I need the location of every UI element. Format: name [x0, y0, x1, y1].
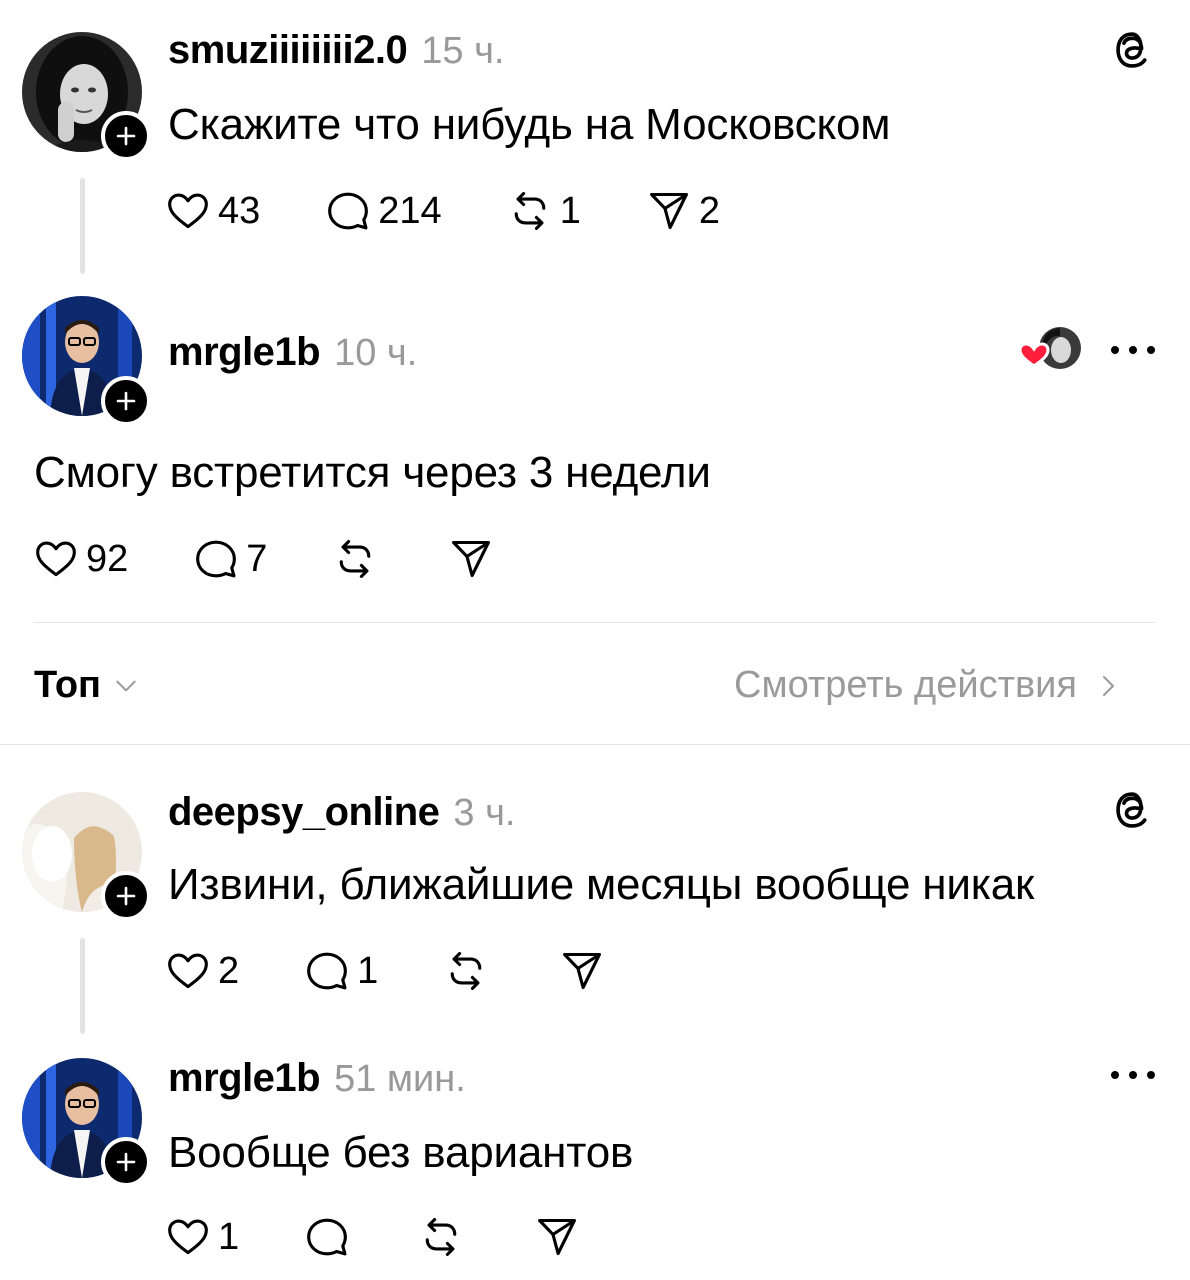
- send-icon: [647, 189, 691, 233]
- comment-icon: [194, 537, 238, 581]
- repost-button[interactable]: [444, 949, 488, 993]
- like-count: 43: [218, 189, 261, 232]
- like-button[interactable]: 2: [166, 949, 239, 993]
- plus-icon: [115, 125, 137, 147]
- reply-count: 1: [357, 949, 379, 992]
- follow-button[interactable]: [101, 1137, 151, 1187]
- comment-icon: [305, 1215, 349, 1259]
- share-button[interactable]: [535, 1215, 579, 1259]
- timestamp: 10 ч.: [334, 332, 418, 374]
- comment-icon: [326, 189, 370, 233]
- repost-button[interactable]: [419, 1215, 463, 1259]
- like-button[interactable]: 1: [166, 1215, 239, 1259]
- more-icon[interactable]: [1110, 342, 1156, 358]
- chevron-down-icon: [116, 680, 136, 691]
- share-button[interactable]: [560, 949, 604, 993]
- thread-line: [80, 178, 85, 274]
- liked-by-author-icon[interactable]: [1018, 324, 1082, 374]
- sort-dropdown[interactable]: Топ: [34, 664, 139, 707]
- repost-icon: [508, 189, 552, 233]
- comment-icon: [305, 949, 349, 993]
- send-icon: [449, 537, 493, 581]
- section-divider: [0, 744, 1190, 745]
- username[interactable]: mrgle1b: [168, 1056, 321, 1101]
- repost-button[interactable]: [333, 537, 377, 581]
- reply-button[interactable]: 214: [326, 189, 442, 233]
- repost-icon: [419, 1215, 463, 1259]
- plus-icon: [115, 1151, 137, 1173]
- reply-button[interactable]: 7: [194, 537, 267, 581]
- follow-button[interactable]: [101, 871, 151, 921]
- sort-label: Топ: [34, 664, 101, 706]
- more-icon[interactable]: [1110, 1067, 1156, 1083]
- threads-logo-icon[interactable]: [1110, 788, 1154, 832]
- threads-logo-icon[interactable]: [1110, 28, 1154, 72]
- like-button[interactable]: 43: [166, 189, 260, 233]
- reply-button[interactable]: [305, 1215, 349, 1259]
- follow-button[interactable]: [101, 111, 151, 161]
- like-count: 2: [218, 949, 240, 992]
- post-header: deepsy_online 3 ч.: [168, 790, 515, 835]
- view-activity-link[interactable]: Смотреть действия: [734, 664, 1121, 707]
- like-count: 1: [218, 1215, 240, 1258]
- reply-count: 214: [378, 189, 442, 232]
- post-text: Скажите что нибудь на Московском: [168, 100, 891, 149]
- post-header: mrgle1b 10 ч.: [168, 330, 417, 375]
- post-header: smuziiiiiiii2.0 15 ч.: [168, 28, 504, 73]
- repost-button[interactable]: 1: [508, 189, 581, 233]
- post-actions: 2 1: [166, 946, 604, 996]
- send-icon: [560, 949, 604, 993]
- post-text: Вообще без вариантов: [168, 1128, 634, 1177]
- share-button[interactable]: 2: [647, 189, 720, 233]
- divider: [34, 622, 1156, 623]
- thread-line: [80, 938, 85, 1034]
- post-actions: 92 7: [34, 534, 493, 584]
- reply-button[interactable]: 1: [305, 949, 378, 993]
- chevron-right-icon: [1102, 675, 1114, 696]
- reply-count: 7: [246, 537, 268, 580]
- post-text: Извини, ближайшие месяцы вообще никак: [168, 860, 1035, 909]
- repost-icon: [444, 949, 488, 993]
- timestamp: 3 ч.: [453, 792, 516, 834]
- username[interactable]: mrgle1b: [168, 330, 321, 375]
- view-activity-label: Смотреть действия: [734, 664, 1077, 706]
- heart-icon: [34, 537, 78, 581]
- post-actions: 43 214 1 2: [166, 186, 720, 236]
- like-count: 92: [86, 537, 129, 580]
- follow-button[interactable]: [101, 376, 151, 426]
- timestamp: 51 мин.: [334, 1058, 466, 1100]
- post-header: mrgle1b 51 мин.: [168, 1056, 466, 1101]
- like-button[interactable]: 92: [34, 537, 128, 581]
- heart-icon: [166, 949, 210, 993]
- repost-icon: [333, 537, 377, 581]
- heart-icon: [166, 189, 210, 233]
- timestamp: 15 ч.: [421, 30, 505, 72]
- heart-icon: [166, 1215, 210, 1259]
- share-button[interactable]: [449, 537, 493, 581]
- username[interactable]: smuziiiiiiii2.0: [168, 28, 408, 73]
- plus-icon: [115, 885, 137, 907]
- post-actions: 1: [166, 1212, 579, 1262]
- username[interactable]: deepsy_online: [168, 790, 440, 835]
- plus-icon: [115, 390, 137, 412]
- post-text: Смогу встретится через 3 недели: [34, 448, 711, 497]
- send-icon: [535, 1215, 579, 1259]
- repost-count: 1: [559, 189, 581, 232]
- share-count: 2: [698, 189, 720, 232]
